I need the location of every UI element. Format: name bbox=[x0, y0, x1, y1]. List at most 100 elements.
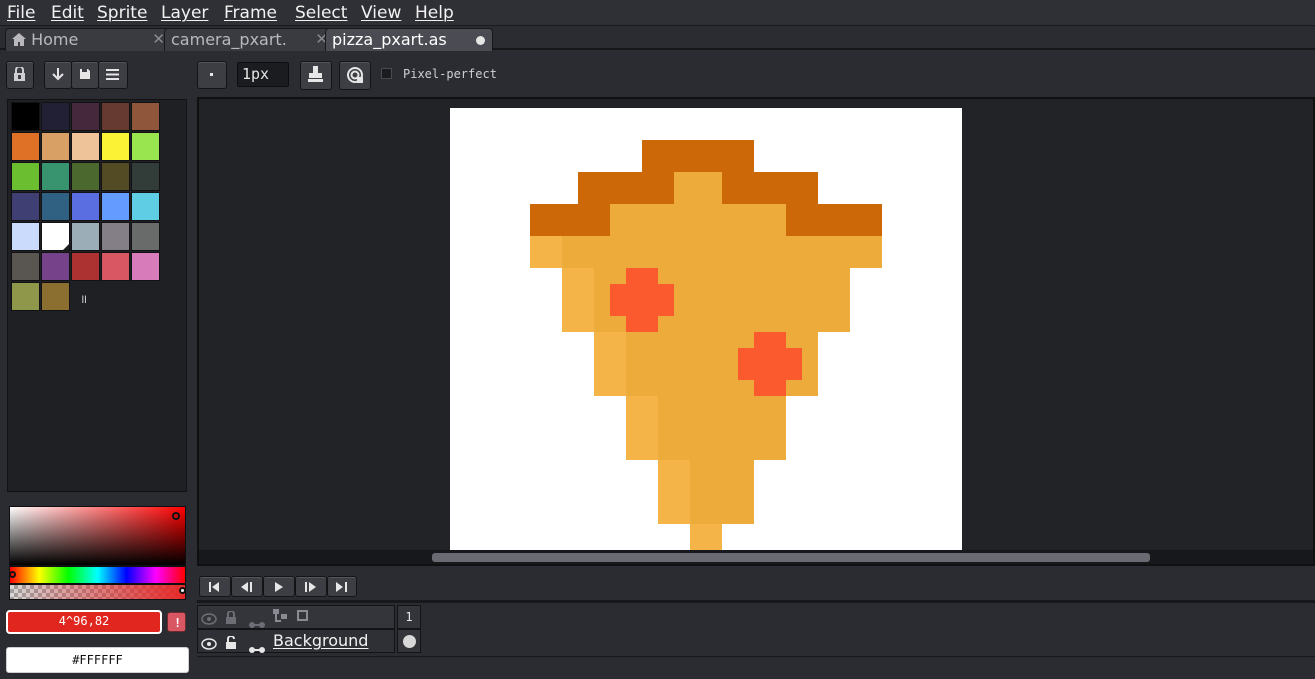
layer-name[interactable]: Background bbox=[273, 631, 368, 650]
previous-frame-button[interactable] bbox=[231, 576, 263, 597]
menu-sprite[interactable]: Sprite bbox=[97, 3, 147, 23]
palette-swatch[interactable] bbox=[11, 192, 40, 221]
hue-cursor-icon[interactable] bbox=[9, 571, 16, 578]
palette-swatch[interactable] bbox=[131, 222, 160, 251]
previous-frame-icon bbox=[241, 581, 252, 596]
palette-swatch[interactable] bbox=[101, 252, 130, 281]
palette-swatch[interactable] bbox=[11, 162, 40, 191]
frame-number[interactable]: 1 bbox=[397, 605, 421, 629]
palette-swatch[interactable] bbox=[11, 282, 40, 311]
menu-file[interactable]: File bbox=[7, 3, 35, 23]
palette-swatch[interactable] bbox=[11, 132, 40, 161]
brush-shape-button[interactable] bbox=[197, 61, 227, 89]
menu-lines-icon bbox=[106, 69, 119, 84]
color-warning-button[interactable]: ! bbox=[167, 612, 186, 632]
alert-icon: ! bbox=[174, 616, 182, 630]
palette-menu-button[interactable] bbox=[98, 61, 128, 89]
palette-swatch[interactable] bbox=[101, 132, 130, 161]
cel-cell[interactable] bbox=[397, 629, 421, 653]
tab-pizza[interactable]: pizza_pxart.as bbox=[325, 28, 493, 51]
lock-icon[interactable] bbox=[225, 609, 237, 628]
palette-swatch[interactable] bbox=[41, 252, 70, 281]
palette-swatch[interactable] bbox=[131, 132, 160, 161]
palette-swatch[interactable] bbox=[71, 192, 100, 221]
palette-down-button[interactable] bbox=[44, 61, 72, 89]
lock-palette-button[interactable] bbox=[6, 61, 34, 89]
tab-pizza-label: pizza_pxart.as bbox=[332, 30, 447, 49]
last-frame-button[interactable] bbox=[327, 576, 357, 597]
palette-swatch[interactable] bbox=[11, 252, 40, 281]
menu-view[interactable]: View bbox=[361, 3, 401, 23]
pixel-perfect-label: Pixel-perfect bbox=[403, 67, 497, 81]
palette-swatch[interactable] bbox=[41, 132, 70, 161]
palette-swatch[interactable] bbox=[11, 102, 40, 131]
unsaved-dot-icon[interactable] bbox=[476, 36, 485, 45]
horizontal-scrollbar-thumb[interactable] bbox=[432, 553, 1150, 562]
palette-save-button[interactable] bbox=[71, 61, 99, 89]
link-icon[interactable] bbox=[249, 638, 265, 657]
sv-cursor-icon[interactable] bbox=[172, 512, 180, 520]
foreground-color-button[interactable]: 4^96,82 bbox=[6, 610, 162, 634]
palette-swatch[interactable] bbox=[71, 252, 100, 281]
cel-square-icon[interactable] bbox=[297, 610, 308, 621]
play-button[interactable] bbox=[263, 576, 295, 597]
palette-swatch[interactable] bbox=[41, 102, 70, 131]
tab-camera[interactable]: camera_pxart. ✕ bbox=[164, 28, 335, 51]
pixel-block bbox=[690, 524, 722, 551]
sprite-canvas[interactable] bbox=[450, 108, 962, 551]
menu-edit[interactable]: Edit bbox=[51, 3, 84, 23]
timeline-divider bbox=[197, 600, 1315, 603]
alpha-slider[interactable] bbox=[9, 584, 186, 600]
first-frame-button[interactable] bbox=[199, 576, 231, 597]
palette-swatch[interactable] bbox=[131, 192, 160, 221]
palette-swatch[interactable] bbox=[71, 132, 100, 161]
palette-swatch[interactable] bbox=[101, 192, 130, 221]
palette-swatch[interactable] bbox=[71, 222, 100, 251]
palette-swatch[interactable] bbox=[101, 162, 130, 191]
eye-icon[interactable] bbox=[201, 610, 217, 629]
palette-swatch[interactable] bbox=[131, 102, 160, 131]
arrow-down-icon bbox=[52, 67, 64, 85]
ink-button[interactable] bbox=[300, 61, 332, 90]
menu-frame[interactable]: Frame bbox=[224, 3, 277, 23]
alpha-cursor-icon[interactable] bbox=[179, 587, 186, 594]
pixel-block bbox=[530, 204, 610, 236]
palette-swatch[interactable] bbox=[71, 162, 100, 191]
hue-slider[interactable] bbox=[9, 566, 186, 584]
layers-tree-icon[interactable] bbox=[273, 609, 287, 628]
palette-swatch[interactable] bbox=[131, 162, 160, 191]
status-bar bbox=[197, 656, 1315, 679]
pixel-perfect-checkbox[interactable] bbox=[381, 68, 392, 79]
background-color-button[interactable]: #FFFFFF bbox=[6, 647, 189, 673]
palette-swatch[interactable] bbox=[11, 222, 40, 251]
pixel-block bbox=[626, 396, 658, 460]
play-icon bbox=[275, 581, 283, 596]
pixel-block bbox=[610, 204, 786, 236]
palette-swatch[interactable] bbox=[131, 252, 160, 281]
palette-swatch[interactable] bbox=[41, 192, 70, 221]
palette-swatch[interactable] bbox=[101, 222, 130, 251]
palette-swatch[interactable] bbox=[71, 102, 100, 131]
palette-swatch[interactable] bbox=[101, 102, 130, 131]
pixel-block bbox=[562, 268, 594, 332]
brush-size-field[interactable]: 1px bbox=[237, 62, 289, 87]
eye-icon[interactable] bbox=[201, 635, 217, 654]
palette-swatch[interactable] bbox=[41, 162, 70, 191]
tab-home[interactable]: Home ✕ bbox=[5, 28, 172, 51]
tab-home-label: Home bbox=[31, 30, 79, 49]
target-icon bbox=[346, 66, 364, 88]
palette-swatch[interactable] bbox=[41, 222, 70, 251]
next-frame-button[interactable] bbox=[295, 576, 327, 597]
pixel-block bbox=[642, 140, 754, 172]
unlock-icon[interactable] bbox=[225, 634, 237, 653]
palette-resize-handle[interactable]: ॥ bbox=[80, 290, 87, 307]
pixel-block bbox=[722, 172, 818, 204]
menu-select[interactable]: Select bbox=[295, 3, 347, 23]
menu-layer[interactable]: Layer bbox=[161, 3, 208, 23]
palette-swatch[interactable] bbox=[41, 282, 70, 311]
stamp-icon bbox=[307, 66, 324, 88]
saturation-value-picker[interactable] bbox=[9, 506, 186, 566]
menu-help[interactable]: Help bbox=[415, 3, 454, 23]
home-icon bbox=[12, 30, 26, 51]
opacity-button[interactable] bbox=[339, 61, 371, 90]
